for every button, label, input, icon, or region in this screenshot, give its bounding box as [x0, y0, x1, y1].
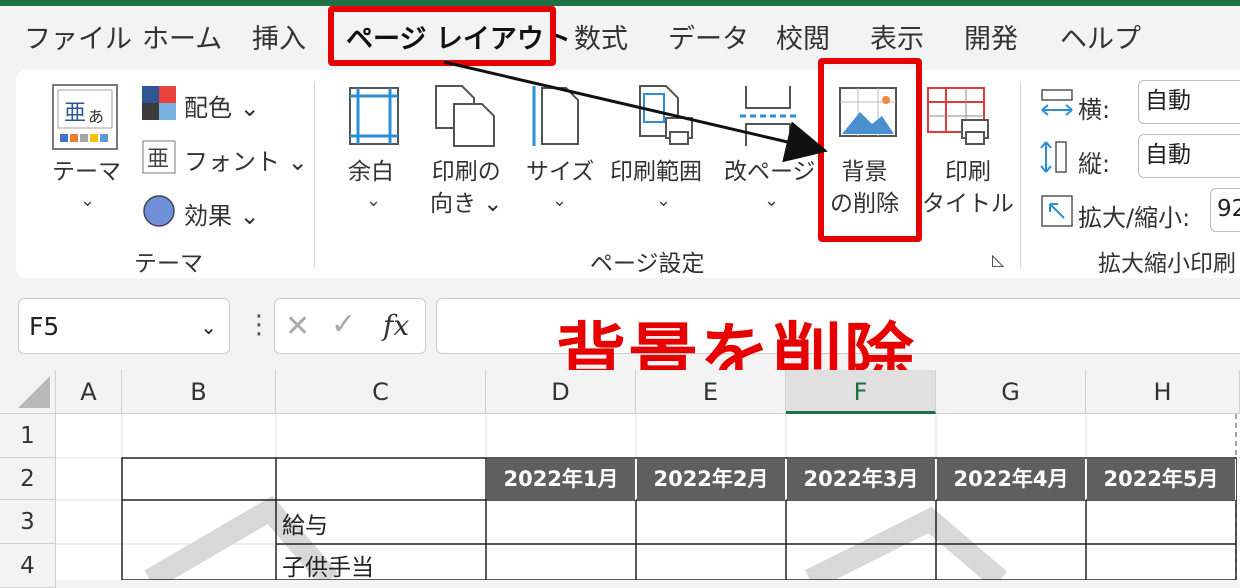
- cell-c3[interactable]: 給与: [282, 506, 328, 540]
- month-header-cell[interactable]: 2022年3月: [787, 459, 936, 500]
- cell-c4[interactable]: 子供手当: [282, 548, 374, 582]
- month-header-cell[interactable]: 2022年4月: [937, 459, 1086, 500]
- month-header-cell[interactable]: 2022年1月: [487, 459, 636, 500]
- month-header-cell[interactable]: 2022年5月: [1087, 459, 1236, 500]
- month-header-cell[interactable]: 2022年2月: [637, 459, 786, 500]
